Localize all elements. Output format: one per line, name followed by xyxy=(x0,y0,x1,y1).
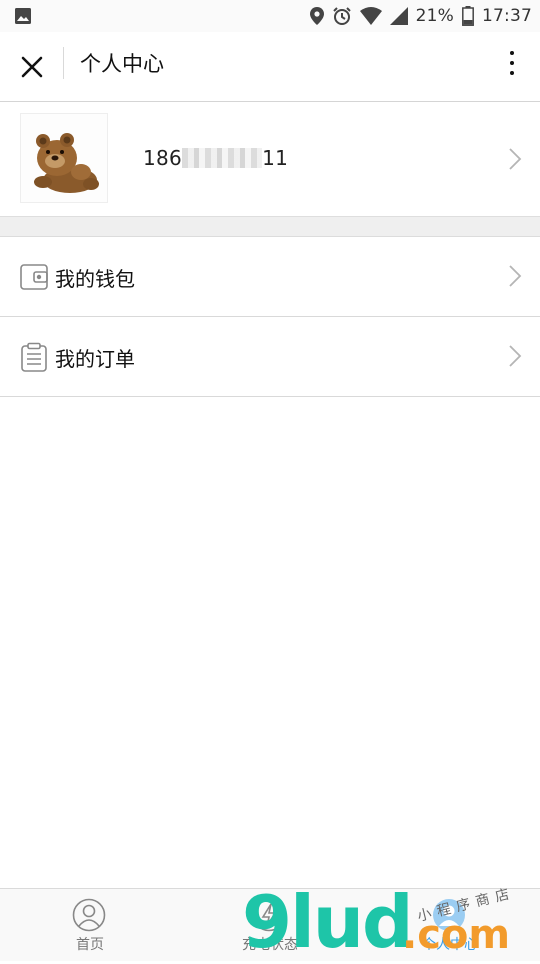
alarm-icon xyxy=(332,6,352,26)
status-bar: 21% 17:37 xyxy=(0,0,540,32)
battery-percent: 21% xyxy=(415,6,454,26)
page-header: 个人中心 xyxy=(0,32,540,102)
menu-item-label: 我的订单 xyxy=(55,347,135,371)
close-icon xyxy=(21,56,43,78)
profile-card[interactable]: 186 11 xyxy=(0,102,540,217)
phone-prefix: 186 xyxy=(143,146,183,170)
menu-item-wallet[interactable]: 我的钱包 xyxy=(0,237,540,317)
more-options-button[interactable] xyxy=(502,46,522,80)
tab-profile[interactable]: 个人中心 xyxy=(360,889,540,961)
teddy-bear-avatar xyxy=(34,133,99,193)
wifi-icon xyxy=(359,7,382,25)
phone-number: 186 11 xyxy=(143,146,288,170)
chevron-right-icon xyxy=(509,148,522,170)
order-clipboard-icon xyxy=(21,342,47,372)
tab-label: 首页 xyxy=(76,937,104,953)
avatar xyxy=(20,113,108,203)
location-icon xyxy=(309,7,324,25)
tab-label: 个人中心 xyxy=(422,937,478,953)
person-circle-icon xyxy=(72,898,106,932)
bottom-tab-bar: 首页 充电状态 个人中心 xyxy=(0,888,540,961)
phone-suffix: 11 xyxy=(262,146,289,170)
header-divider xyxy=(63,47,64,79)
image-icon xyxy=(15,8,31,24)
battery-icon xyxy=(462,6,474,26)
tab-charging-status[interactable]: 充电状态 xyxy=(180,889,360,961)
wallet-icon xyxy=(20,264,48,290)
tab-home[interactable]: 首页 xyxy=(0,889,180,961)
clock: 17:37 xyxy=(482,6,532,26)
masked-digits xyxy=(182,148,263,168)
close-button[interactable] xyxy=(16,51,48,83)
menu-item-orders[interactable]: 我的订单 xyxy=(0,317,540,397)
person-circle-icon xyxy=(433,899,465,931)
chevron-right-icon xyxy=(509,265,522,287)
signal-icon xyxy=(389,7,408,25)
bolt-circle-icon xyxy=(252,898,286,932)
menu-item-label: 我的钱包 xyxy=(55,267,135,291)
more-vertical-icon xyxy=(510,51,514,55)
chevron-right-icon xyxy=(509,345,522,367)
tab-label: 充电状态 xyxy=(242,937,298,953)
section-separator xyxy=(0,217,540,237)
page-title: 个人中心 xyxy=(80,52,164,76)
